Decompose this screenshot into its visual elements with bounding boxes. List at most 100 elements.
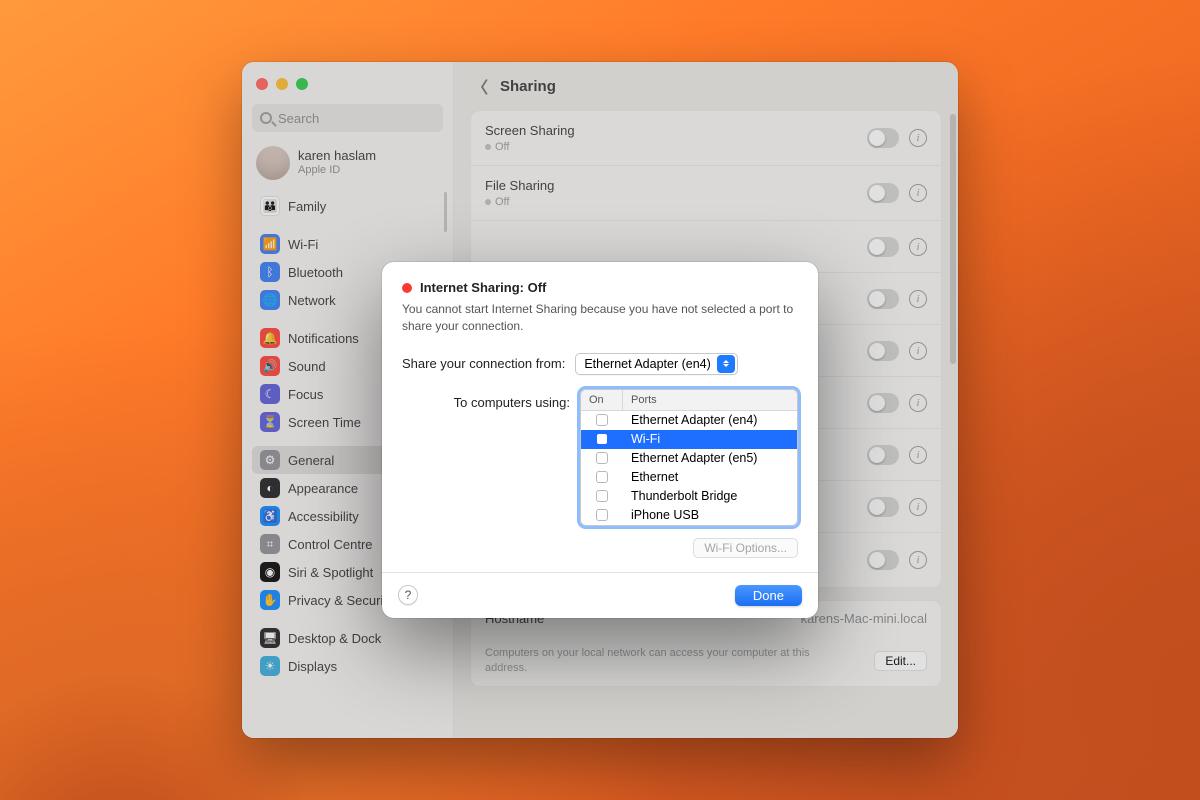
sidebar-icon: 🌐 [260, 290, 280, 310]
info-button[interactable]: i [909, 290, 927, 308]
row-label: File Sharing [485, 178, 554, 193]
info-button[interactable]: i [909, 446, 927, 464]
dialog-title-row: Internet Sharing: Off [402, 280, 798, 295]
port-row[interactable]: Thunderbolt Bridge [581, 487, 797, 506]
port-checkbox[interactable] [596, 433, 608, 445]
info-button[interactable]: i [909, 129, 927, 147]
port-name: Ethernet Adapter (en5) [623, 451, 765, 465]
share-from-dropdown[interactable]: Ethernet Adapter (en4) [575, 353, 737, 375]
sidebar-item-desktop-dock[interactable]: 🖥 Desktop & Dock [252, 624, 443, 652]
sidebar-icon: ⌗ [260, 534, 280, 554]
settings-window: Search karen haslam Apple ID 👪 Family 📶 Wi-… [242, 62, 958, 738]
port-checkbox[interactable] [596, 471, 608, 483]
sidebar-icon: 📶 [260, 234, 280, 254]
col-on: On [581, 390, 623, 410]
account-row[interactable]: karen haslam Apple ID [248, 140, 447, 186]
scrollbar[interactable] [950, 114, 956, 364]
toggle[interactable] [867, 550, 899, 570]
sidebar-item-label: Network [288, 293, 336, 308]
sidebar-item-label: Desktop & Dock [288, 631, 381, 646]
back-button[interactable]: 〈 [472, 74, 488, 98]
dialog-title: Internet Sharing: Off [420, 280, 546, 295]
port-row[interactable]: Ethernet Adapter (en5) [581, 449, 797, 468]
toggle[interactable] [867, 393, 899, 413]
port-name: Ethernet Adapter (en4) [623, 413, 765, 427]
port-name: iPhone USB [623, 508, 707, 522]
sidebar-item-displays[interactable]: ☀ Displays [252, 652, 443, 680]
port-row[interactable]: Ethernet Adapter (en4) [581, 411, 797, 430]
port-row[interactable]: iPhone USB [581, 506, 797, 525]
col-ports: Ports [623, 390, 665, 410]
sidebar-item-label: Privacy & Security [288, 593, 393, 608]
port-row[interactable]: Ethernet [581, 468, 797, 487]
search-icon [260, 112, 272, 124]
status-off-icon [402, 283, 412, 293]
sidebar-item-label: Wi-Fi [288, 237, 318, 252]
hostname-desc: Computers on your local network can acce… [485, 646, 815, 676]
port-name: Wi-Fi [623, 432, 668, 446]
toggle[interactable] [867, 497, 899, 517]
port-checkbox[interactable] [596, 414, 608, 426]
wifi-options-button[interactable]: Wi-Fi Options... [693, 538, 798, 558]
sidebar-icon: 🔔 [260, 328, 280, 348]
row-label: Screen Sharing [485, 123, 575, 138]
toggle[interactable] [867, 341, 899, 361]
sharing-row: File Sharing Off i [471, 165, 941, 220]
info-button[interactable]: i [909, 498, 927, 516]
toggle[interactable] [867, 237, 899, 257]
close-icon[interactable] [256, 78, 268, 90]
sidebar-item-label: Family [288, 199, 326, 214]
sidebar-icon: ᛒ [260, 262, 280, 282]
port-checkbox[interactable] [596, 452, 608, 464]
port-checkbox[interactable] [596, 490, 608, 502]
toggle[interactable] [867, 289, 899, 309]
sidebar-item-label: Focus [288, 387, 323, 402]
sidebar-icon: ♿ [260, 506, 280, 526]
sidebar-icon: 🖥 [260, 628, 280, 648]
toggle[interactable] [867, 128, 899, 148]
sidebar-icon: ◉ [260, 562, 280, 582]
sidebar-item-label: Appearance [288, 481, 358, 496]
sidebar-item-label: Control Centre [288, 537, 373, 552]
sidebar-item-label: Displays [288, 659, 337, 674]
sharing-row: Screen Sharing Off i [471, 111, 941, 165]
hostname-value: karens-Mac-mini.local [801, 611, 927, 626]
sidebar-icon: ☀ [260, 656, 280, 676]
info-button[interactable]: i [909, 342, 927, 360]
avatar [256, 146, 290, 180]
zoom-icon[interactable] [296, 78, 308, 90]
search-input[interactable]: Search [252, 104, 443, 132]
sidebar-item-wi-fi[interactable]: 📶 Wi-Fi [252, 230, 443, 258]
ports-label: To computers using: [402, 389, 570, 410]
toggle[interactable] [867, 445, 899, 465]
edit-button[interactable]: Edit... [874, 651, 927, 671]
sidebar-item-family[interactable]: 👪 Family [252, 192, 443, 220]
port-row[interactable]: Wi-Fi [581, 430, 797, 449]
row-sub: Off [485, 196, 554, 208]
sidebar-icon: ✋ [260, 590, 280, 610]
sidebar-item-label: Bluetooth [288, 265, 343, 280]
account-name: karen haslam [298, 149, 376, 164]
page-title: Sharing [500, 78, 556, 95]
share-from-value: Ethernet Adapter (en4) [584, 357, 710, 371]
port-checkbox[interactable] [596, 509, 608, 521]
help-button[interactable]: ? [398, 585, 418, 605]
row-sub: Off [485, 141, 575, 153]
toggle[interactable] [867, 183, 899, 203]
sidebar-icon: ☾ [260, 384, 280, 404]
sidebar-item-label: Siri & Spotlight [288, 565, 373, 580]
sidebar-item-label: Screen Time [288, 415, 361, 430]
port-name: Ethernet [623, 470, 686, 484]
minimize-icon[interactable] [276, 78, 288, 90]
dialog-description: You cannot start Internet Sharing becaus… [402, 301, 798, 335]
window-controls [248, 70, 447, 94]
sidebar-icon: 👪 [260, 196, 280, 216]
info-button[interactable]: i [909, 238, 927, 256]
internet-sharing-dialog: Internet Sharing: Off You cannot start I… [382, 262, 818, 618]
info-button[interactable]: i [909, 551, 927, 569]
info-button[interactable]: i [909, 394, 927, 412]
ports-listbox[interactable]: On Ports Ethernet Adapter (en4) Wi-Fi Ethe… [580, 389, 798, 526]
done-button[interactable]: Done [735, 585, 802, 606]
sidebar-icon: ⚙ [260, 450, 280, 470]
info-button[interactable]: i [909, 184, 927, 202]
